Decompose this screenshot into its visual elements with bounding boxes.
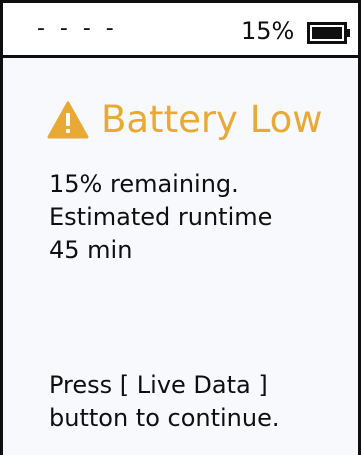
- battery-level-fill: [312, 27, 342, 39]
- message-line: Estimated runtime: [49, 203, 273, 231]
- instruction-line: Press [ Live Data ]: [49, 371, 268, 399]
- message-line: 15% remaining.: [49, 170, 239, 198]
- alert-title: Battery Low: [101, 98, 323, 141]
- status-bar: - - - - 15%: [3, 3, 358, 58]
- warning-icon: [47, 101, 89, 139]
- instruction-line: button to continue.: [49, 404, 280, 432]
- continue-instruction: Press [ Live Data ] button to continue.: [49, 369, 280, 435]
- device-screen: - - - - 15% Battery Low 15% remaining. E…: [0, 0, 361, 455]
- alert-heading: Battery Low: [47, 99, 323, 141]
- battery-message: 15% remaining. Estimated runtime 45 min: [49, 168, 272, 267]
- signal-indicator: - - - -: [37, 16, 118, 41]
- battery-percent: 15%: [241, 17, 295, 45]
- battery-icon: [307, 22, 350, 44]
- message-line: 45 min: [49, 236, 133, 264]
